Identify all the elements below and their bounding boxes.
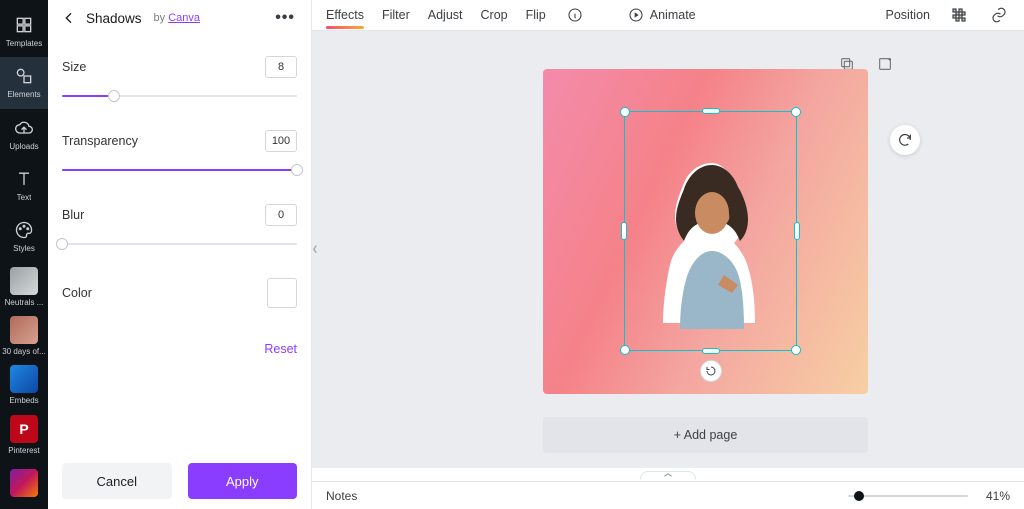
rail-templates[interactable]: Templates [0, 6, 48, 57]
info-button[interactable] [564, 4, 586, 26]
transparency-button[interactable] [948, 4, 970, 26]
prop-size-value[interactable]: 8 [265, 56, 297, 78]
back-button[interactable] [60, 9, 78, 27]
app-thumb-icon [10, 267, 38, 295]
panel-collapse-handle[interactable] [312, 219, 320, 279]
footer: Notes 41% [312, 481, 1024, 509]
text-icon [13, 168, 35, 190]
rail-app-pinterest-label: Pinterest [8, 446, 40, 456]
rail-templates-label: Templates [6, 39, 42, 49]
rotate-button[interactable] [700, 360, 722, 382]
topbar: Effects Filter Adjust Crop Flip Animate … [312, 0, 1024, 31]
cloud-upload-icon [13, 117, 35, 139]
grid-icon [13, 14, 35, 36]
cancel-button[interactable]: Cancel [62, 463, 172, 499]
prop-size-slider[interactable] [62, 88, 297, 104]
tab-flip[interactable]: Flip [526, 8, 546, 22]
panel-byline: by Canva [154, 12, 200, 24]
prop-color-label: Color [62, 286, 92, 300]
rail-app-30days[interactable]: 30 days of... [0, 312, 48, 361]
notes-button[interactable]: Notes [326, 489, 357, 503]
tab-filter[interactable]: Filter [382, 8, 410, 22]
resize-handle-top[interactable] [702, 108, 720, 114]
prop-size: Size 8 [62, 56, 297, 104]
rail-uploads-label: Uploads [9, 142, 38, 152]
prop-transparency-value[interactable]: 100 [265, 130, 297, 152]
prop-blur-value[interactable]: 0 [265, 204, 297, 226]
tab-crop[interactable]: Crop [481, 8, 508, 22]
app-thumb-icon [10, 365, 38, 393]
rail-app-more[interactable] [0, 460, 48, 509]
shapes-icon [13, 65, 35, 87]
resize-handle-left[interactable] [621, 222, 627, 240]
panel-title: Shadows [86, 11, 142, 26]
bottom-tray-handle-row [312, 467, 1024, 481]
rail-styles-label: Styles [13, 244, 35, 254]
undo-fab[interactable] [890, 125, 920, 155]
tab-animate[interactable]: Animate [628, 7, 696, 23]
apply-button[interactable]: Apply [188, 463, 298, 499]
prop-transparency: Transparency 100 [62, 130, 297, 178]
rail-app-neutrals[interactable]: Neutrals ... [0, 262, 48, 311]
rail-app-neutrals-label: Neutrals ... [5, 298, 44, 308]
resize-handle-tl[interactable] [620, 107, 630, 117]
resize-handle-br[interactable] [791, 345, 801, 355]
tab-adjust[interactable]: Adjust [428, 8, 463, 22]
pinterest-icon [10, 415, 38, 443]
rail-elements[interactable]: Elements [0, 57, 48, 108]
panel-by-link[interactable]: Canva [168, 12, 200, 24]
main-area: Effects Filter Adjust Crop Flip Animate … [312, 0, 1024, 509]
canvas-area[interactable]: + Add page [312, 31, 1024, 467]
app-thumb-icon [10, 316, 38, 344]
tab-animate-label: Animate [650, 8, 696, 22]
prop-blur-slider[interactable] [62, 236, 297, 252]
panel-by-label: by [154, 12, 166, 24]
more-button[interactable]: ••• [271, 5, 299, 31]
palette-icon [13, 219, 35, 241]
prop-blur-label: Blur [62, 208, 84, 222]
color-swatch[interactable] [267, 278, 297, 308]
rail-elements-label: Elements [7, 90, 40, 100]
effects-panel: Shadows by Canva ••• Size 8 Transparency… [48, 0, 312, 509]
panel-header: Shadows by Canva ••• [48, 0, 311, 36]
rail-app-embeds-label: Embeds [9, 396, 38, 406]
panel-body: Size 8 Transparency 100 Blur 0 [48, 36, 311, 453]
bottom-tray-handle[interactable] [640, 471, 696, 479]
nav-rail: Templates Elements Uploads Text Styles N… [0, 0, 48, 509]
rail-uploads[interactable]: Uploads [0, 109, 48, 160]
resize-handle-right[interactable] [794, 222, 800, 240]
rail-app-embeds[interactable]: Embeds [0, 361, 48, 410]
rail-text[interactable]: Text [0, 160, 48, 211]
rail-styles[interactable]: Styles [0, 211, 48, 262]
resize-handle-bl[interactable] [620, 345, 630, 355]
position-button[interactable]: Position [886, 8, 930, 22]
zoom-slider[interactable] [848, 490, 968, 502]
link-button[interactable] [988, 4, 1010, 26]
panel-footer: Cancel Apply [48, 453, 311, 509]
add-page-button[interactable]: + Add page [543, 417, 868, 453]
rail-app-pinterest[interactable]: Pinterest [0, 410, 48, 459]
zoom-value[interactable]: 41% [986, 489, 1010, 503]
reset-link[interactable]: Reset [62, 342, 297, 356]
new-page-button[interactable] [874, 53, 896, 75]
prop-size-label: Size [62, 60, 86, 74]
rail-text-label: Text [17, 193, 32, 203]
resize-handle-bottom[interactable] [702, 348, 720, 354]
prop-transparency-label: Transparency [62, 134, 138, 148]
prop-transparency-slider[interactable] [62, 162, 297, 178]
resize-handle-tr[interactable] [791, 107, 801, 117]
prop-blur: Blur 0 [62, 204, 297, 252]
rail-app-30days-label: 30 days of... [2, 347, 46, 357]
prop-color: Color [62, 278, 297, 308]
selection-frame[interactable] [624, 111, 797, 351]
tab-effects[interactable]: Effects [326, 8, 364, 22]
app-thumb-icon [10, 469, 38, 497]
